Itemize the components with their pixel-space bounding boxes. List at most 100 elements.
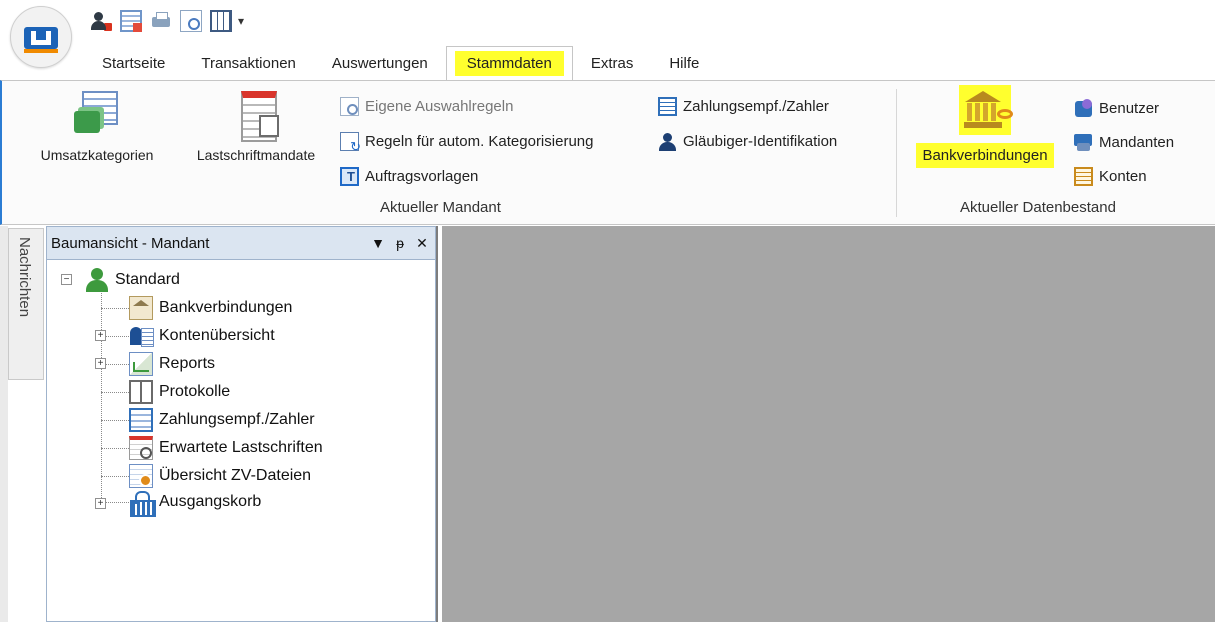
umsatzkategorien-button[interactable]: Umsatzkategorien [22,91,172,163]
nachrichten-label: Nachrichten [16,237,33,318]
left-dock-strip [0,226,8,622]
protocol-book-icon [129,380,153,404]
clients-icon [1074,133,1093,152]
table-delete-icon[interactable] [120,10,142,32]
tree-node-label: Reports [159,355,216,372]
tab-hilfe[interactable]: Hilfe [651,46,717,80]
reports-chart-icon [129,352,153,376]
eigene-auswahlregeln-button[interactable]: Eigene Auswahlregeln [340,94,513,118]
tree-connector [101,476,129,477]
benutzer-label: Benutzer [1099,99,1160,117]
template-icon [340,166,359,186]
bank-icon [129,296,153,320]
accounts-book-icon [1074,166,1093,186]
mandanten-label: Mandanten [1099,133,1175,151]
ribbon-tabs: Startseite Transaktionen Auswertungen St… [84,46,717,80]
tree-node-label: Bankverbindungen [159,299,293,316]
auftragsvorlagen-button[interactable]: Auftragsvorlagen [340,164,478,188]
tree-connector [101,392,129,393]
tree-node-label: Standard [115,271,180,288]
tree-node-reports[interactable]: Reports [129,350,215,378]
tree-node-label: Protokolle [159,383,231,400]
tree-node-standard[interactable]: Standard [85,266,180,294]
tree-connector [101,290,102,502]
quick-access-toolbar: ▾ [90,8,244,34]
tree-panel-header: Baumansicht - Mandant ▼ ᵽ ✕ [46,226,436,260]
benutzer-button[interactable]: Benutzer [1074,96,1159,120]
tree-connector [101,448,129,449]
pin-icon[interactable]: ᵽ [391,235,409,251]
mandanten-button[interactable]: Mandanten [1074,130,1174,154]
zahlungsempfaenger-label: Zahlungsempf./Zahler [683,97,829,115]
document-search-icon [340,96,359,116]
tree-node-erwartete-lastschriften[interactable]: Erwartete Lastschriften [129,434,323,462]
group-label-aktueller-datenbestand: Aktueller Datenbestand [960,199,1116,216]
group-label-aktueller-mandant: Aktueller Mandant [380,199,501,216]
tab-stammdaten[interactable]: Stammdaten [445,46,573,80]
tab-auswertungen[interactable]: Auswertungen [314,46,446,80]
close-icon[interactable]: ✕ [413,235,431,252]
lastschriftmandate-label: Lastschriftmandate [196,147,316,163]
expand-toggle-ausgangskorb[interactable]: + [95,498,106,509]
application-menu-button[interactable] [10,6,72,68]
user-delete-icon[interactable] [90,10,112,32]
nachrichten-side-tab[interactable]: Nachrichten [8,228,44,380]
tree-node-label: Ausgangskorb [159,493,262,510]
tree-node-protokolle[interactable]: Protokolle [129,378,230,406]
tree-connector [101,308,129,309]
bankverbindungen-button[interactable]: Bankverbindungen [900,85,1070,168]
tab-transaktionen[interactable]: Transaktionen [183,46,314,80]
zahlungsempfaenger-button[interactable]: Zahlungsempf./Zahler [658,94,829,118]
panel-dropdown-icon[interactable]: ▼ [369,235,387,251]
glaeubiger-id-button[interactable]: Gläubiger-Identifikation [658,129,837,153]
tree-node-label: Erwartete Lastschriften [159,439,323,456]
tab-startseite[interactable]: Startseite [84,46,183,80]
accounts-overview-icon [129,324,154,348]
lastschriftmandate-button[interactable]: Lastschriftmandate [178,91,334,163]
tab-extras[interactable]: Extras [573,46,652,80]
creditor-person-icon [658,132,677,151]
table-settings-icon[interactable] [210,10,232,32]
konten-button[interactable]: Konten [1074,164,1147,188]
outbox-basket-icon [129,490,156,517]
print-icon[interactable] [150,10,172,32]
direct-debit-search-icon [129,436,153,460]
tree-panel: Baumansicht - Mandant ▼ ᵽ ✕ − Standard B… [46,226,438,622]
tree-node-label: Zahlungsempf./Zahler [159,411,315,428]
expand-toggle-reports[interactable]: + [95,358,106,369]
tree-node-ausgangskorb[interactable]: Ausgangskorb [129,488,262,517]
tree-node-label: Kontenübersicht [159,327,275,344]
glaeubiger-id-label: Gläubiger-Identifikation [683,132,838,150]
tree-node-bankverbindungen[interactable]: Bankverbindungen [129,294,292,322]
tree-node-zahlungsempfaenger[interactable]: Zahlungsempf./Zahler [129,406,315,434]
payment-file-settings-icon [129,464,153,488]
tree-node-label: Übersicht ZV-Dateien [159,467,312,484]
bank-building-icon [959,85,1013,135]
user-green-icon [85,268,109,292]
main-workspace [442,226,1215,622]
collapse-toggle-standard[interactable]: − [61,274,72,285]
auftragsvorlagen-label: Auftragsvorlagen [365,167,479,185]
bankverbindungen-label: Bankverbindungen [916,143,1054,168]
regeln-kategorisierung-button[interactable]: Regeln für autom. Kategorisierung [340,129,594,155]
eigene-auswahlregeln-label: Eigene Auswahlregeln [365,97,514,115]
mandate-document-icon [233,91,279,142]
print-preview-icon[interactable] [180,10,202,32]
konten-label: Konten [1099,167,1147,185]
regeln-kategorisierung-label: Regeln für autom. Kategorisierung [365,132,594,150]
tree-node-kontenuebersicht[interactable]: Kontenübersicht [129,322,275,350]
expand-toggle-kontenuebersicht[interactable]: + [95,330,106,341]
customize-toolbar-dropdown[interactable]: ▾ [238,14,244,28]
rules-refresh-icon [340,131,361,155]
tree-view: − Standard Bankverbindungen + Kontenüber… [46,260,436,622]
ribbon-group-divider [896,89,897,217]
ribbon-panel: Umsatzkategorien Lastschriftmandate Eige… [0,80,1215,225]
payee-grid-icon [658,96,677,116]
tab-stammdaten-label: Stammdaten [454,51,564,76]
payee-grid-icon [129,408,153,432]
volksbank-logo-icon [24,27,58,53]
tree-connector [101,420,129,421]
tree-node-zv-dateien[interactable]: Übersicht ZV-Dateien [129,462,311,490]
tree-panel-title: Baumansicht - Mandant [51,234,210,252]
categories-ledger-icon [74,91,120,137]
